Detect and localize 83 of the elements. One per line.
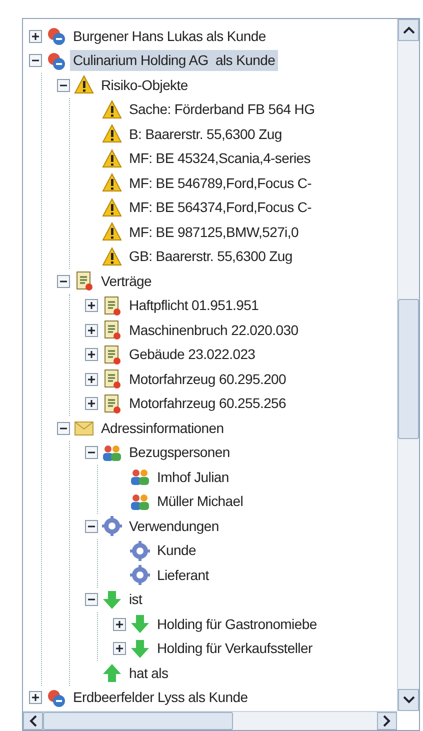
expand-icon[interactable]: [85, 299, 98, 312]
tree-item[interactable]: Kunde: [154, 540, 199, 562]
expand-icon[interactable]: [29, 691, 42, 704]
document-icon: [102, 344, 122, 365]
document-icon: [74, 271, 94, 292]
scroll-right-button[interactable]: [377, 712, 397, 730]
warning-icon: [102, 222, 122, 242]
tree-item[interactable]: Müller Michael: [154, 491, 246, 512]
warning-icon: [102, 100, 122, 120]
document-icon: [102, 369, 122, 390]
tree-item[interactable]: Motorfahrzeug 60.255.256: [126, 393, 290, 414]
tree-item[interactable]: Sache: Förderband FB 564 HG: [126, 99, 318, 120]
tree-item[interactable]: Motorfahrzeug 60.295.200: [126, 368, 290, 390]
document-icon: [102, 320, 122, 340]
tree-item[interactable]: MF: BE 564374,Ford,Focus C-: [126, 197, 315, 218]
caret-left-icon: [29, 715, 37, 727]
caret-down-icon: [402, 696, 414, 704]
scroll-thumb[interactable]: [43, 712, 233, 730]
collapse-icon[interactable]: [85, 446, 98, 460]
tree-item[interactable]: GB: Baarerstr. 55,6300 Zug: [126, 246, 296, 268]
collapse-icon[interactable]: [85, 593, 98, 606]
expand-icon[interactable]: [113, 618, 126, 631]
scroll-thumb[interactable]: [398, 299, 419, 439]
tree-item[interactable]: MF: BE 987125,BMW,527i,0: [126, 222, 302, 243]
scroll-down-button[interactable]: [398, 689, 419, 711]
vertical-scrollbar[interactable]: [397, 19, 419, 711]
tree-item[interactable]: Imhof Julian: [154, 466, 232, 488]
tree-item[interactable]: Haftpflicht 01.951.951: [126, 295, 262, 316]
expand-icon[interactable]: [85, 397, 98, 410]
scroll-left-button[interactable]: [23, 712, 43, 730]
tree-item[interactable]: ist: [126, 589, 146, 610]
document-icon: [102, 394, 122, 414]
warning-icon: [102, 124, 122, 144]
collapse-icon[interactable]: [29, 54, 42, 68]
tree-item[interactable]: Culinarium Holding AG als Kunde: [70, 50, 278, 72]
gear-icon: [102, 516, 122, 536]
gear-icon: [130, 540, 150, 561]
arrow-down-icon: [130, 638, 150, 659]
people-icon: [130, 492, 150, 512]
people-icon: [102, 442, 122, 463]
warning-icon: [74, 75, 94, 96]
scroll-up-button[interactable]: [398, 19, 419, 41]
collapse-icon[interactable]: [57, 274, 70, 288]
warning-icon: [102, 148, 122, 169]
arrow-up-icon: [102, 663, 122, 684]
tree-item[interactable]: Verträge: [98, 270, 155, 292]
expand-icon[interactable]: [85, 324, 98, 337]
tree-item[interactable]: Erdbeerfelder Lyss als Kunde: [70, 687, 251, 708]
customer-icon: [46, 688, 66, 708]
expand-icon[interactable]: [85, 372, 98, 386]
collapse-icon[interactable]: [85, 520, 98, 533]
tree-item[interactable]: Holding für Verkaufssteller: [154, 638, 316, 660]
collapse-icon[interactable]: [57, 78, 70, 92]
horizontal-scrollbar[interactable]: [23, 711, 397, 730]
expand-icon[interactable]: [85, 348, 98, 362]
customer-icon: [46, 26, 66, 46]
tree-item[interactable]: Verwendungen: [126, 516, 222, 537]
expand-icon[interactable]: [113, 642, 126, 656]
tree-item[interactable]: Bezugspersonen: [126, 442, 233, 464]
warning-icon: [102, 198, 122, 218]
customer-icon: [46, 50, 66, 71]
tree-item[interactable]: Holding für Gastronomiebe: [154, 614, 320, 635]
caret-up-icon: [402, 26, 414, 34]
tree-item[interactable]: MF: BE 546789,Ford,Focus C-: [126, 172, 315, 194]
people-icon: [130, 467, 150, 488]
tree-item[interactable]: Risiko-Objekte: [98, 74, 191, 96]
document-icon: [102, 296, 122, 316]
tree-item[interactable]: B: Baarerstr. 55,6300 Zug: [126, 124, 285, 145]
tree-item[interactable]: Maschinenbruch 22.020.030: [126, 320, 302, 341]
tree-item[interactable]: Burgener Hans Lukas als Kunde: [70, 26, 269, 47]
tree-item[interactable]: Gebäude 23.022.023: [126, 344, 258, 366]
arrow-down-icon: [102, 590, 122, 610]
caret-right-icon: [383, 715, 391, 727]
tree-item[interactable]: hat als: [126, 662, 172, 684]
warning-icon: [102, 246, 122, 267]
tree-item[interactable]: MF: BE 45324,Scania,4-series: [126, 148, 314, 170]
arrow-down-icon: [130, 614, 150, 634]
gear-icon: [130, 565, 150, 586]
tree-item[interactable]: Adressinformationen: [98, 418, 227, 439]
collapse-icon[interactable]: [57, 422, 70, 435]
warning-icon: [102, 173, 122, 194]
expand-icon[interactable]: [29, 30, 42, 43]
tree-item[interactable]: Lieferant: [154, 564, 212, 586]
